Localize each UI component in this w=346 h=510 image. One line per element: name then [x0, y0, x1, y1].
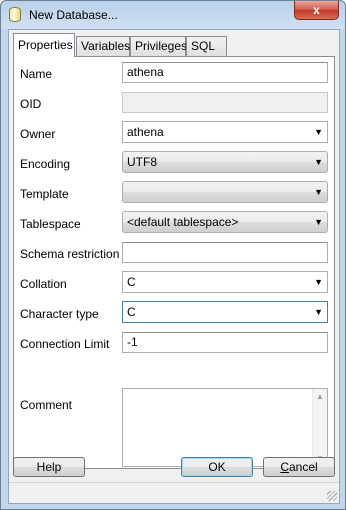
- window-title: New Database...: [29, 8, 118, 22]
- comment-textarea[interactable]: ▲ ▼: [122, 388, 328, 467]
- comment-label: Comment: [20, 398, 73, 412]
- help-button[interactable]: Help: [13, 457, 85, 477]
- owner-value: athena: [127, 125, 164, 139]
- chevron-down-icon: ▼: [314, 217, 323, 227]
- character-type-label: Character type: [20, 307, 99, 321]
- chevron-down-icon: ▼: [314, 127, 323, 137]
- tab-variables[interactable]: Variables: [76, 36, 130, 56]
- tablespace-value: <default tablespace>: [127, 215, 239, 229]
- oid-label: OID: [20, 97, 42, 111]
- properties-panel: Name athena OID Owner athena ▼ Encoding …: [13, 56, 335, 469]
- encoding-label: Encoding: [20, 157, 71, 171]
- collation-select[interactable]: C ▼: [122, 271, 328, 293]
- title-bar[interactable]: New Database... x: [1, 1, 345, 29]
- cancel-button[interactable]: Cancel: [263, 457, 335, 477]
- resize-grip-icon[interactable]: [327, 491, 337, 501]
- template-label: Template: [20, 187, 69, 201]
- tablespace-select[interactable]: <default tablespace> ▼: [122, 211, 328, 233]
- dialog-window: New Database... x Properties Variables P…: [0, 0, 346, 510]
- chevron-down-icon: ▼: [314, 307, 323, 317]
- character-type-value: C: [127, 305, 136, 319]
- connection-limit-input[interactable]: -1: [122, 332, 328, 353]
- tab-properties[interactable]: Properties: [13, 33, 75, 57]
- tablespace-label: Tablespace: [20, 217, 81, 231]
- connection-limit-label: Connection Limit: [20, 337, 110, 351]
- scroll-up-icon[interactable]: ▲: [316, 392, 324, 401]
- name-input[interactable]: athena: [122, 62, 328, 83]
- owner-select[interactable]: athena ▼: [122, 121, 328, 143]
- comment-scrollbar[interactable]: ▲ ▼: [312, 389, 327, 466]
- encoding-select[interactable]: UTF8 ▼: [122, 151, 328, 173]
- ok-button[interactable]: OK: [181, 457, 253, 477]
- chevron-down-icon: ▼: [314, 157, 323, 167]
- chevron-down-icon: ▼: [314, 277, 323, 287]
- oid-input[interactable]: [122, 92, 328, 113]
- chevron-down-icon: ▼: [314, 187, 323, 197]
- owner-label: Owner: [20, 127, 56, 141]
- schema-restriction-input[interactable]: [122, 242, 328, 263]
- database-icon: [9, 7, 21, 22]
- cancel-label-rest: ancel: [288, 460, 318, 474]
- dialog-client: Properties Variables Privileges SQL Name…: [8, 29, 340, 504]
- schema-restriction-label: Schema restriction: [20, 247, 120, 261]
- collation-value: C: [127, 275, 136, 289]
- tab-sql[interactable]: SQL: [186, 36, 227, 56]
- status-bar: [9, 482, 339, 503]
- close-icon: x: [313, 3, 320, 17]
- character-type-select[interactable]: C ▼: [122, 301, 328, 323]
- template-select[interactable]: ▼: [122, 181, 328, 203]
- cancel-mnemonic: C: [280, 460, 289, 474]
- name-label: Name: [20, 67, 53, 81]
- encoding-value: UTF8: [127, 155, 157, 169]
- close-button[interactable]: x: [294, 1, 339, 20]
- collation-label: Collation: [20, 277, 67, 291]
- tab-privileges[interactable]: Privileges: [130, 36, 187, 56]
